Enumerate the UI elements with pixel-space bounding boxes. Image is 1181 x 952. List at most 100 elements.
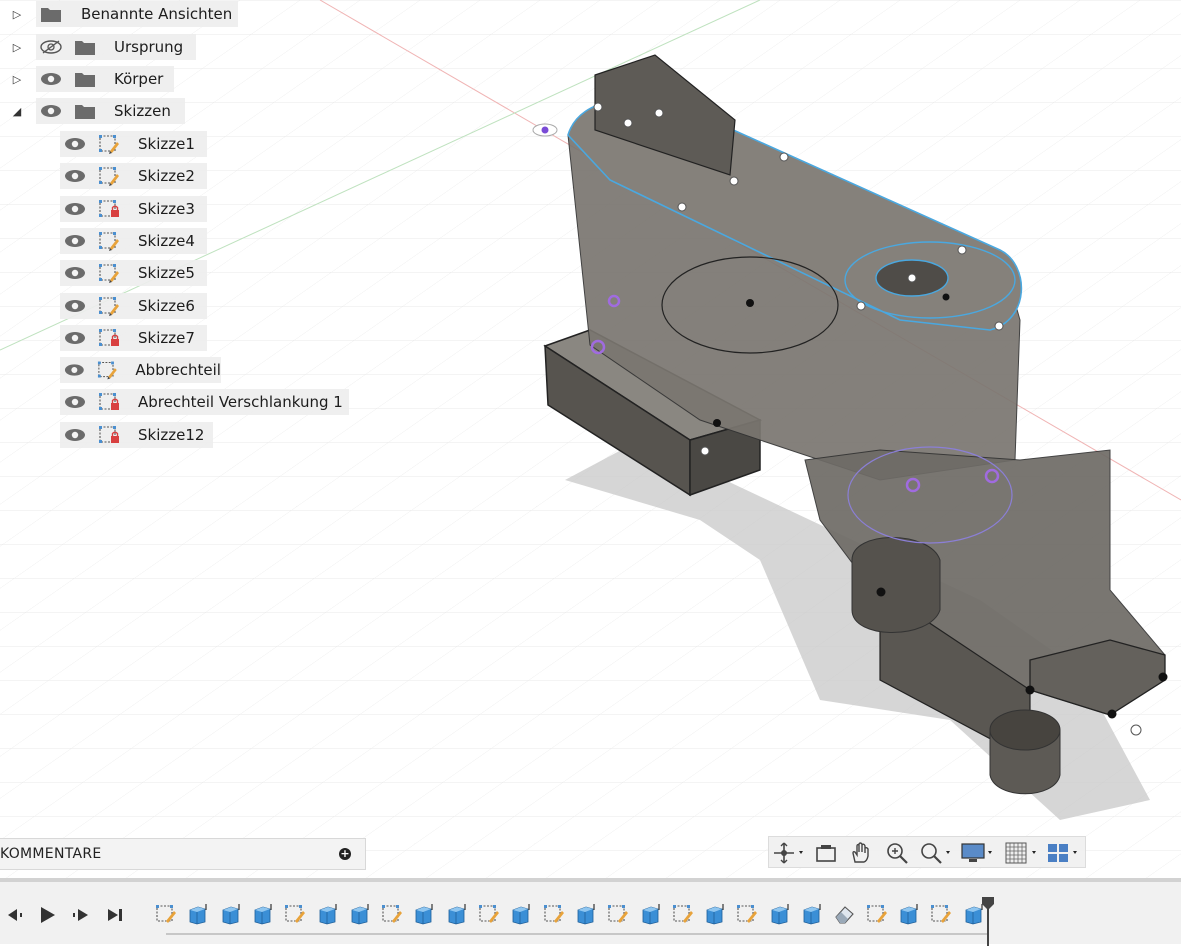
timeline-feature-sketch[interactable] — [735, 902, 759, 926]
viewports-button[interactable] — [1047, 840, 1083, 866]
timeline-feature-extrude[interactable] — [445, 902, 469, 926]
extrude-icon — [351, 904, 369, 925]
timeline-feature-extrude[interactable] — [800, 902, 824, 926]
browser-sketch-item[interactable]: Skizze7 — [60, 324, 207, 351]
eye-hidden-icon[interactable] — [40, 40, 62, 54]
timeline-feature-extrude[interactable] — [574, 902, 598, 926]
viewports-icon — [1048, 844, 1077, 862]
timeline-feature-extrude[interactable] — [703, 902, 727, 926]
browser-folder-ursprung[interactable]: Ursprung — [36, 34, 196, 60]
folder-icon — [41, 8, 61, 22]
timeline-feature-sketch[interactable] — [477, 902, 501, 926]
sketch-item-label: Abrechteil Verschlankung 1 — [138, 393, 343, 412]
eye-icon[interactable] — [64, 428, 86, 442]
sketch-icon — [608, 905, 629, 923]
browser-sketch-item[interactable]: Skizze3 — [60, 195, 207, 222]
timeline-feature-sketch[interactable] — [929, 902, 953, 926]
timeline-feature-extrude[interactable] — [348, 902, 372, 926]
timeline-feature-sketch[interactable] — [671, 902, 695, 926]
timeline-marker[interactable] — [981, 896, 995, 948]
eye-icon[interactable] — [64, 169, 86, 183]
timeline-track — [166, 933, 988, 935]
timeline-feature-extrude[interactable] — [251, 902, 275, 926]
eye-icon[interactable] — [64, 234, 86, 248]
browser-sketch-item[interactable]: Skizze12 — [60, 421, 213, 448]
look-at-button[interactable] — [815, 840, 837, 866]
extrude-icon — [512, 904, 530, 925]
eye-icon[interactable] — [64, 137, 86, 151]
timeline-feature-extrude[interactable] — [509, 902, 533, 926]
timeline-feature-sketch[interactable] — [283, 902, 307, 926]
eye-icon[interactable] — [64, 363, 85, 377]
next-step-button[interactable] — [70, 904, 92, 926]
sketch-icon — [479, 905, 499, 923]
browser-item-label: Benannte Ansichten — [81, 5, 233, 23]
timeline-feature-sketch[interactable] — [542, 902, 566, 926]
timeline-feature-sketch[interactable] — [154, 902, 178, 926]
extrude-icon — [900, 904, 918, 925]
timeline-feature-extrude[interactable] — [219, 902, 243, 926]
extrude-icon — [803, 904, 821, 925]
expand-arrow-icon[interactable]: ▷ — [10, 34, 24, 60]
orbit-button[interactable] — [773, 840, 807, 866]
timeline-feature-extrude[interactable] — [639, 902, 663, 926]
browser-sketch-item[interactable]: Skizze2 — [60, 163, 207, 190]
timeline-feature-extrude[interactable] — [897, 902, 921, 926]
timeline-feature-eraser[interactable] — [832, 902, 856, 926]
eye-icon[interactable] — [64, 202, 86, 216]
comments-panel[interactable]: KOMMENTARE + — [0, 838, 366, 870]
eraser-icon — [835, 906, 855, 924]
plus-circle-icon[interactable]: + — [339, 848, 351, 860]
grid-button[interactable] — [1005, 840, 1041, 866]
eye-icon[interactable] — [40, 72, 62, 86]
sketch-item-label: Skizze12 — [138, 425, 205, 444]
sketch-icon — [672, 905, 693, 923]
expand-arrow-icon[interactable]: ▷ — [10, 1, 24, 27]
go-to-start-button[interactable] — [4, 904, 26, 926]
go-to-end-button[interactable] — [104, 904, 126, 926]
eye-icon[interactable] — [64, 331, 86, 345]
timeline-feature-extrude[interactable] — [768, 902, 792, 926]
sketch-icon — [99, 296, 119, 316]
display-settings-button[interactable] — [961, 840, 997, 866]
sketch-locked-icon — [99, 199, 119, 217]
fit-button[interactable] — [919, 840, 953, 866]
timeline-feature-extrude[interactable] — [186, 902, 210, 926]
eye-icon[interactable] — [64, 266, 86, 280]
play-button[interactable] — [36, 904, 58, 926]
browser-folder-koerper[interactable]: Körper — [36, 66, 174, 92]
browser-folder-skizzen[interactable]: Skizzen — [36, 98, 185, 124]
browser-sketch-item[interactable]: Abbrechteil — [60, 357, 221, 384]
browser-sketch-item[interactable]: Skizze5 — [60, 260, 207, 287]
expand-arrow-icon[interactable]: ▷ — [10, 66, 24, 92]
extrude-icon — [254, 904, 272, 925]
display-settings-icon — [961, 843, 992, 862]
browser-folder-benannte-ansichten[interactable]: Benannte Ansichten — [36, 1, 238, 27]
timeline-feature-sketch[interactable] — [606, 902, 630, 926]
browser-sketch-item[interactable]: Skizze6 — [60, 292, 207, 319]
extrude-icon — [448, 904, 466, 925]
browser-sketch-item[interactable]: Skizze4 — [60, 227, 207, 254]
zoom-window-icon — [887, 843, 908, 864]
timeline-feature-extrude[interactable] — [412, 902, 436, 926]
eye-icon[interactable] — [64, 299, 86, 313]
browser-sketch-item[interactable]: Abrechteil Verschlankung 1 — [60, 389, 349, 416]
pan-button[interactable] — [849, 840, 873, 866]
collapse-arrow-icon[interactable]: ◢ — [10, 98, 24, 124]
fit-icon — [921, 843, 950, 864]
sketch-icon — [285, 905, 306, 923]
extrude-icon — [189, 904, 207, 925]
eye-icon[interactable] — [40, 104, 62, 118]
eye-icon[interactable] — [64, 395, 86, 409]
sketch-icon — [543, 905, 564, 923]
sketch-locked-icon — [99, 425, 119, 443]
timeline-feature-sketch[interactable] — [380, 902, 404, 926]
folder-icon — [75, 41, 95, 55]
pan-icon — [852, 842, 869, 863]
timeline-feature-extrude[interactable] — [316, 902, 340, 926]
browser-sketch-item[interactable]: Skizze1 — [60, 131, 207, 157]
extrude-icon — [771, 904, 789, 925]
extrude-icon — [577, 904, 595, 925]
zoom-window-button[interactable] — [885, 840, 909, 866]
timeline-feature-sketch[interactable] — [865, 902, 889, 926]
